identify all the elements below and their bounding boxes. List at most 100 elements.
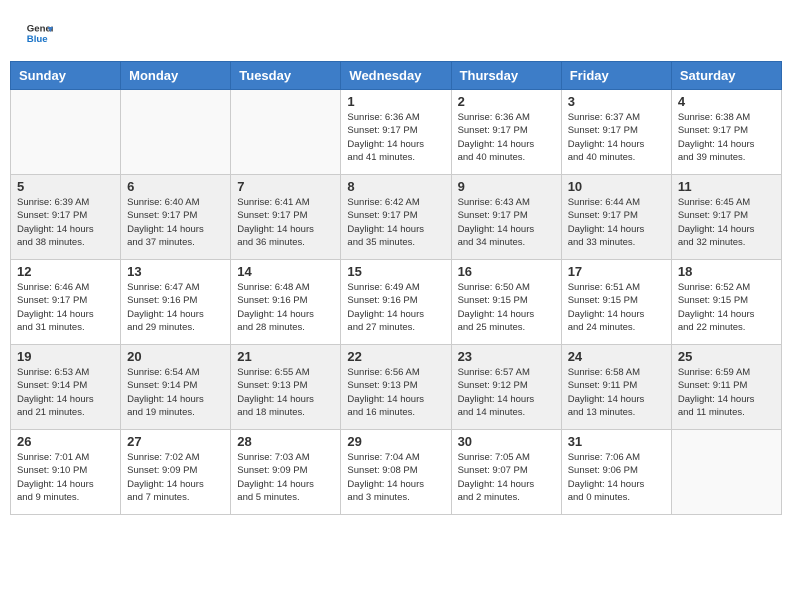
day-info: Sunrise: 6:52 AM Sunset: 9:15 PM Dayligh… [678, 281, 775, 334]
day-number: 30 [458, 434, 555, 449]
day-info: Sunrise: 6:59 AM Sunset: 9:11 PM Dayligh… [678, 366, 775, 419]
day-info: Sunrise: 6:44 AM Sunset: 9:17 PM Dayligh… [568, 196, 665, 249]
day-info: Sunrise: 7:04 AM Sunset: 9:08 PM Dayligh… [347, 451, 444, 504]
calendar-cell [671, 430, 781, 515]
calendar-cell: 14Sunrise: 6:48 AM Sunset: 9:16 PM Dayli… [231, 260, 341, 345]
calendar-cell: 25 Sunrise: 6:59 AM Sunset: 9:11 PM Dayli… [671, 345, 781, 430]
calendar-cell: 3 Sunrise: 6:37 AM Sunset: 9:17 PM Daylig… [561, 90, 671, 175]
day-info: Sunrise: 6:36 AM Sunset: 9:17 PM Dayligh… [458, 111, 555, 164]
day-info: Sunrise: 6:55 AM Sunset: 9:13 PM Dayligh… [237, 366, 334, 419]
weekday-header-monday: Monday [121, 62, 231, 90]
day-number: 28 [237, 434, 334, 449]
day-info: Sunrise: 6:45 AM Sunset: 9:17 PM Dayligh… [678, 196, 775, 249]
day-info: Sunrise: 6:40 AM Sunset: 9:17 PM Dayligh… [127, 196, 224, 249]
week-row-4: 19Sunrise: 6:53 AM Sunset: 9:14 PM Dayli… [11, 345, 782, 430]
day-number: 8 [347, 179, 444, 194]
day-number: 16 [458, 264, 555, 279]
day-info: Sunrise: 6:54 AM Sunset: 9:14 PM Dayligh… [127, 366, 224, 419]
day-number: 17 [568, 264, 665, 279]
calendar-cell: 17 Sunrise: 6:51 AM Sunset: 9:15 PM Dayli… [561, 260, 671, 345]
calendar-cell: 27 Sunrise: 7:02 AM Sunset: 9:09 PM Dayli… [121, 430, 231, 515]
day-info: Sunrise: 6:39 AM Sunset: 9:17 PM Dayligh… [17, 196, 114, 249]
calendar-cell: 18 Sunrise: 6:52 AM Sunset: 9:15 PM Dayli… [671, 260, 781, 345]
day-number: 3 [568, 94, 665, 109]
day-number: 9 [458, 179, 555, 194]
calendar-cell: 4Sunrise: 6:38 AM Sunset: 9:17 PM Daylig… [671, 90, 781, 175]
calendar-cell: 11 Sunrise: 6:45 AM Sunset: 9:17 PM Dayli… [671, 175, 781, 260]
day-number: 22 [347, 349, 444, 364]
day-info: Sunrise: 6:48 AM Sunset: 9:16 PM Dayligh… [237, 281, 334, 334]
day-number: 10 [568, 179, 665, 194]
day-info: Sunrise: 6:46 AM Sunset: 9:17 PM Dayligh… [17, 281, 114, 334]
day-info: Sunrise: 7:03 AM Sunset: 9:09 PM Dayligh… [237, 451, 334, 504]
day-info: Sunrise: 6:47 AM Sunset: 9:16 PM Dayligh… [127, 281, 224, 334]
logo-icon: General Blue [25, 20, 53, 48]
calendar-cell: 9Sunrise: 6:43 AM Sunset: 9:17 PM Daylig… [451, 175, 561, 260]
day-info: Sunrise: 6:51 AM Sunset: 9:15 PM Dayligh… [568, 281, 665, 334]
week-row-2: 5 Sunrise: 6:39 AM Sunset: 9:17 PM Daylig… [11, 175, 782, 260]
day-number: 20 [127, 349, 224, 364]
day-number: 5 [17, 179, 114, 194]
weekday-header-saturday: Saturday [671, 62, 781, 90]
day-number: 25 [678, 349, 775, 364]
weekday-header-wednesday: Wednesday [341, 62, 451, 90]
day-number: 1 [347, 94, 444, 109]
calendar-cell: 20 Sunrise: 6:54 AM Sunset: 9:14 PM Dayli… [121, 345, 231, 430]
weekday-header-tuesday: Tuesday [231, 62, 341, 90]
day-number: 11 [678, 179, 775, 194]
day-number: 31 [568, 434, 665, 449]
day-number: 15 [347, 264, 444, 279]
day-number: 23 [458, 349, 555, 364]
calendar-cell: 19Sunrise: 6:53 AM Sunset: 9:14 PM Dayli… [11, 345, 121, 430]
calendar-cell: 10 Sunrise: 6:44 AM Sunset: 9:17 PM Dayli… [561, 175, 671, 260]
calendar-cell: 16 Sunrise: 6:50 AM Sunset: 9:15 PM Dayli… [451, 260, 561, 345]
day-info: Sunrise: 6:53 AM Sunset: 9:14 PM Dayligh… [17, 366, 114, 419]
calendar-cell [11, 90, 121, 175]
weekday-header-thursday: Thursday [451, 62, 561, 90]
header: General Blue [10, 10, 782, 53]
day-number: 27 [127, 434, 224, 449]
calendar-cell: 12 Sunrise: 6:46 AM Sunset: 9:17 PM Dayli… [11, 260, 121, 345]
day-number: 2 [458, 94, 555, 109]
day-info: Sunrise: 7:01 AM Sunset: 9:10 PM Dayligh… [17, 451, 114, 504]
day-info: Sunrise: 6:50 AM Sunset: 9:15 PM Dayligh… [458, 281, 555, 334]
calendar-cell: 28 Sunrise: 7:03 AM Sunset: 9:09 PM Dayli… [231, 430, 341, 515]
day-number: 29 [347, 434, 444, 449]
calendar-cell: 13 Sunrise: 6:47 AM Sunset: 9:16 PM Dayli… [121, 260, 231, 345]
day-info: Sunrise: 6:37 AM Sunset: 9:17 PM Dayligh… [568, 111, 665, 164]
weekday-header-friday: Friday [561, 62, 671, 90]
calendar-cell: 29 Sunrise: 7:04 AM Sunset: 9:08 PM Dayli… [341, 430, 451, 515]
calendar-cell [231, 90, 341, 175]
weekday-header-sunday: Sunday [11, 62, 121, 90]
logo: General Blue [25, 20, 57, 48]
day-info: Sunrise: 6:56 AM Sunset: 9:13 PM Dayligh… [347, 366, 444, 419]
week-row-5: 26Sunrise: 7:01 AM Sunset: 9:10 PM Dayli… [11, 430, 782, 515]
calendar-cell: 8 Sunrise: 6:42 AM Sunset: 9:17 PM Daylig… [341, 175, 451, 260]
calendar-cell: 6Sunrise: 6:40 AM Sunset: 9:17 PM Daylig… [121, 175, 231, 260]
day-number: 12 [17, 264, 114, 279]
day-number: 7 [237, 179, 334, 194]
day-info: Sunrise: 7:06 AM Sunset: 9:06 PM Dayligh… [568, 451, 665, 504]
day-number: 24 [568, 349, 665, 364]
week-row-1: 1 Sunrise: 6:36 AM Sunset: 9:17 PM Daylig… [11, 90, 782, 175]
svg-text:Blue: Blue [27, 34, 48, 45]
day-info: Sunrise: 7:02 AM Sunset: 9:09 PM Dayligh… [127, 451, 224, 504]
day-info: Sunrise: 6:41 AM Sunset: 9:17 PM Dayligh… [237, 196, 334, 249]
day-info: Sunrise: 6:36 AM Sunset: 9:17 PM Dayligh… [347, 111, 444, 164]
day-number: 13 [127, 264, 224, 279]
calendar-cell: 2 Sunrise: 6:36 AM Sunset: 9:17 PM Daylig… [451, 90, 561, 175]
day-info: Sunrise: 6:57 AM Sunset: 9:12 PM Dayligh… [458, 366, 555, 419]
day-info: Sunrise: 6:42 AM Sunset: 9:17 PM Dayligh… [347, 196, 444, 249]
calendar-cell: 26Sunrise: 7:01 AM Sunset: 9:10 PM Dayli… [11, 430, 121, 515]
day-number: 21 [237, 349, 334, 364]
calendar-cell: 15 Sunrise: 6:49 AM Sunset: 9:16 PM Dayli… [341, 260, 451, 345]
calendar: SundayMondayTuesdayWednesdayThursdayFrid… [10, 61, 782, 515]
calendar-cell: 22 Sunrise: 6:56 AM Sunset: 9:13 PM Dayli… [341, 345, 451, 430]
day-info: Sunrise: 6:49 AM Sunset: 9:16 PM Dayligh… [347, 281, 444, 334]
weekday-header-row: SundayMondayTuesdayWednesdayThursdayFrid… [11, 62, 782, 90]
day-info: Sunrise: 6:58 AM Sunset: 9:11 PM Dayligh… [568, 366, 665, 419]
calendar-cell: 23 Sunrise: 6:57 AM Sunset: 9:12 PM Dayli… [451, 345, 561, 430]
calendar-cell: 21 Sunrise: 6:55 AM Sunset: 9:13 PM Dayli… [231, 345, 341, 430]
calendar-cell: 1 Sunrise: 6:36 AM Sunset: 9:17 PM Daylig… [341, 90, 451, 175]
day-number: 18 [678, 264, 775, 279]
